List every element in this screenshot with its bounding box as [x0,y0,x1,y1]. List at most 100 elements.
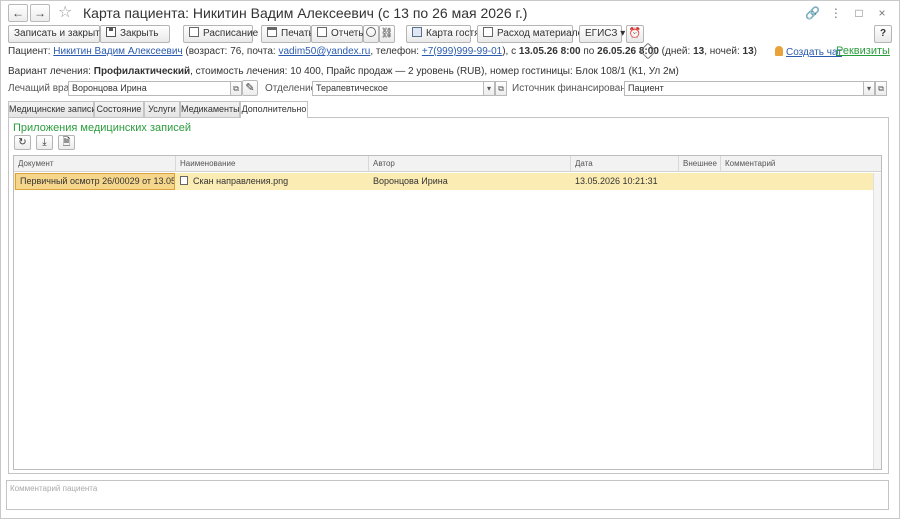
window-title: Карта пациента: Никитин Вадим Алексеевич… [83,5,528,21]
tab-medications[interactable]: Медикаменты [180,101,240,117]
close-label: Закрыть [120,28,159,39]
tab-condition[interactable]: Состояние [94,101,144,117]
download-button[interactable]: ⤓ [36,135,53,150]
funding-dropdown-button[interactable]: ▾ [863,81,875,96]
treatment-type: Профилактический [93,66,191,77]
star-icon[interactable]: ☆ [58,3,72,23]
table-row[interactable]: Первичный осмотр 26/00029 от 13.05.202..… [14,173,873,190]
reports-label: Отчеты [331,28,366,39]
save-icon [106,27,116,37]
tab-medical-records[interactable]: Медицинские записи [8,101,96,117]
treatment-label: Вариант лечения: [8,66,91,77]
patient-name-link[interactable]: Никитин Вадим Алексеевич [53,46,182,57]
settings-button[interactable] [363,25,379,43]
cell-comment[interactable] [721,173,873,190]
refresh-button[interactable]: ↻ [14,135,31,150]
print-button[interactable]: Печать [261,25,314,43]
column-author[interactable]: Автор [369,156,571,172]
column-date[interactable]: Дата [571,156,679,172]
funding-open-button[interactable]: ⧉ [875,81,887,96]
alarm-button[interactable]: ⏰ [626,25,644,43]
attach-button[interactable]: 🗎 [58,135,75,150]
forward-button[interactable]: → [30,4,50,22]
table-header: Документ Наименование Автор Дата Внешнее… [14,156,881,172]
department-open-button[interactable]: ⧉ [495,81,507,96]
doctor-open-button[interactable]: ⧉ [230,81,242,96]
tab-services[interactable]: Услуги [144,101,180,117]
reports-button[interactable]: Отчеты [311,25,366,43]
guest-card-button[interactable]: Карта гостя [406,25,480,43]
column-comment[interactable]: Комментарий [721,156,881,172]
days-value: 13 [693,46,705,57]
person-icon [775,46,783,56]
egisz-label: ЕГИСЗ [585,28,618,39]
requisites-link[interactable]: Реквизиты [836,45,890,58]
nights-value: 13 [742,46,754,57]
back-button[interactable]: ← [8,4,28,22]
materials-icon [483,27,493,37]
funding-field[interactable]: Пациент [624,81,864,96]
patient-email-link[interactable]: vadim50@yandex.ru [278,46,370,57]
cell-author[interactable]: Воронцова Ирина [369,173,571,190]
alarm-clock-icon: ⏰ [628,28,642,39]
link-chain-icon: ⛓ [380,28,394,39]
gear-icon [366,27,376,37]
table-scrollbar[interactable] [873,173,881,469]
more-icon[interactable]: ⋮ [828,5,844,21]
materials-label: Расход материалов [497,28,589,39]
arrow-left-icon: ← [12,6,24,20]
document-icon: 🗎 [62,137,71,148]
print-label: Печать [281,28,314,39]
column-external[interactable]: Внешнее [679,156,721,172]
close-button[interactable]: Закрыть [100,25,170,43]
open-link-icon: ⧉ [233,84,239,93]
treatment-details: , стоимость лечения: 10 400, Прайс прода… [190,66,679,77]
tab-additional[interactable]: Дополнительно [240,101,308,118]
edit-doctor-button[interactable]: ✎ [242,80,258,96]
create-chat-link[interactable]: Создать чат [775,46,842,59]
cell-external[interactable] [679,173,721,190]
doctor-label: Лечащий врач: [8,83,77,94]
to-label: по [583,46,595,57]
schedule-button[interactable]: Расписание [183,25,258,43]
from-label: ), с [502,46,517,57]
close-icon[interactable]: × [874,5,890,21]
cell-date[interactable]: 13.05.2026 10:21:31 [571,173,679,190]
patient-age: (возраст: 76, почта: [185,46,276,57]
window-controls: 🔗 ⋮ □ × [801,5,890,21]
column-document[interactable]: Документ [14,156,176,172]
column-name[interactable]: Наименование [176,156,369,172]
help-button[interactable]: ? [874,25,892,43]
chevron-down-icon: ▾ [866,84,871,93]
department-dropdown-button[interactable]: ▾ [483,81,495,96]
doctor-field[interactable]: Воронцова Ирина [68,81,231,96]
reports-icon [317,27,327,37]
chevron-down-icon: ▾ [486,84,491,93]
cell-document[interactable]: Первичный осмотр 26/00029 от 13.05.202..… [15,173,175,190]
patient-phone-link[interactable]: +7(999)999-99-01 [422,46,502,57]
arrow-right-icon: → [34,6,46,20]
cell-name[interactable]: Скан направления.png [176,173,369,190]
maximize-icon[interactable]: □ [851,5,867,21]
egisz-dropdown[interactable]: ЕГИСЗ ▾ [579,25,625,43]
materials-dropdown[interactable]: Расход материалов ▾ [477,25,596,43]
link-button[interactable]: ⛓ [379,25,395,43]
guest-card-label: Карта гостя [426,28,480,39]
patient-comment-field[interactable]: Комментарий пациента [6,480,889,510]
section-title: Приложения медицинских записей [13,122,191,134]
days-label: (дней: [661,46,691,57]
pencil-icon: ✎ [245,82,255,94]
file-icon [180,176,188,185]
close-paren: ) [753,46,757,57]
open-link-icon: ⧉ [878,84,884,93]
link-icon[interactable]: 🔗 [805,5,821,21]
refresh-icon: ↻ [18,137,27,148]
department-label: Отделение: [265,83,319,94]
card-icon [412,27,422,37]
phone-label: , телефон: [370,46,420,57]
schedule-label: Расписание [203,28,259,39]
attachments-table: Документ Наименование Автор Дата Внешнее… [13,155,882,470]
save-close-button[interactable]: Записать и закрыть [8,25,105,43]
toolbar: Записать и закрыть Закрыть Расписание Пе… [8,25,892,45]
department-field[interactable]: Терапевтическое [312,81,484,96]
